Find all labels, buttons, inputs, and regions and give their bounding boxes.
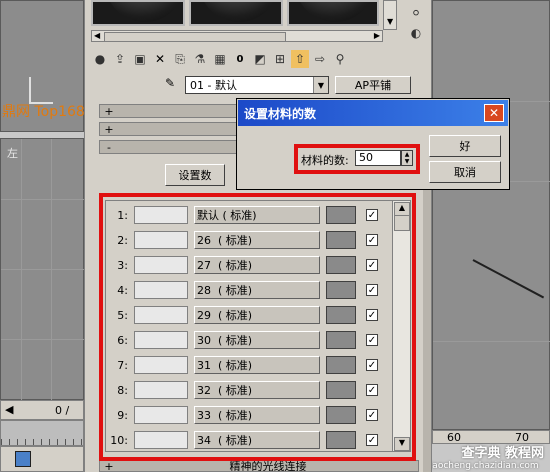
slot-hscrollbar[interactable]: ◀ ▶ bbox=[91, 30, 383, 42]
timeline-left-arrow[interactable]: ◀ bbox=[5, 403, 13, 416]
material-name-dropdown[interactable]: 01 - 默认 ▼ bbox=[185, 76, 329, 94]
slot-scrollbar[interactable]: ▼ bbox=[383, 0, 397, 30]
sample-slot-2[interactable] bbox=[189, 0, 283, 26]
sample-type-icon[interactable]: ⚪ bbox=[407, 4, 425, 22]
viewport-right[interactable] bbox=[432, 0, 550, 430]
material-sphere bbox=[199, 2, 279, 22]
status-bar bbox=[0, 446, 84, 472]
track-bar[interactable] bbox=[0, 420, 85, 446]
material-type-button[interactable]: AP平铺 bbox=[335, 76, 411, 94]
rollout-title: 精神的光线连接 bbox=[229, 460, 307, 472]
frame-counter: 0 / bbox=[55, 404, 70, 417]
backlight-icon[interactable]: ◐ bbox=[407, 24, 425, 42]
viewport-left[interactable]: 左 bbox=[0, 138, 85, 401]
rollout-sign: + bbox=[104, 104, 114, 118]
rollout-sign: + bbox=[104, 460, 114, 472]
set-number-button[interactable]: 设置数 bbox=[165, 164, 225, 186]
scroll-right-icon: ▶ bbox=[373, 31, 380, 40]
cancel-button[interactable]: 取消 bbox=[429, 161, 501, 183]
list-highlight bbox=[99, 193, 416, 461]
scroll-thumb[interactable] bbox=[104, 32, 286, 42]
material-sphere bbox=[105, 2, 183, 22]
grid-line bbox=[1, 199, 85, 200]
grid-line bbox=[1, 269, 85, 270]
viewport-label: 左 bbox=[7, 147, 18, 160]
pick-material-icon[interactable]: ⚲ bbox=[331, 50, 349, 68]
scroll-left-icon: ◀ bbox=[94, 31, 101, 40]
grid-line bbox=[1, 339, 85, 340]
timeline-bar[interactable]: ◀ 0 / bbox=[0, 400, 84, 420]
material-toolbar: ● ⇪ ▣ ✕ ⎘ ⚗ ▦ 0 ◩ ⊞ ⇧ ⇨ ⚲ bbox=[91, 50, 427, 70]
close-icon[interactable]: ✕ bbox=[484, 104, 504, 122]
chevron-down-icon[interactable]: ▼ bbox=[313, 77, 328, 93]
dialog-title-bar[interactable]: 设置材料的数 ✕ bbox=[238, 100, 508, 126]
watermark-brand: 查字典 教程网 bbox=[461, 446, 544, 461]
show-map-icon[interactable]: ◩ bbox=[251, 50, 269, 68]
material-effects-icon[interactable]: 0 bbox=[231, 50, 249, 68]
put-to-scene-icon[interactable]: ⇪ bbox=[111, 50, 129, 68]
side-toolbar: ⚪ ◐ bbox=[403, 0, 429, 44]
track-ticks bbox=[1, 439, 85, 445]
show-end-result-icon[interactable]: ⊞ bbox=[271, 50, 289, 68]
material-sphere bbox=[295, 2, 375, 22]
ok-button[interactable]: 好 bbox=[429, 135, 501, 157]
field-highlight bbox=[294, 144, 420, 174]
sample-slot-3[interactable] bbox=[287, 0, 379, 26]
lock-icon[interactable] bbox=[15, 451, 31, 467]
watermark-bottom: 查字典 教程网 jiaocheng.chazidian.com bbox=[416, 442, 550, 472]
grid-line bbox=[21, 139, 22, 401]
axis-gizmo bbox=[29, 77, 31, 103]
eyedropper-icon[interactable]: ✎ bbox=[165, 76, 175, 90]
scene-object-line bbox=[472, 259, 545, 299]
rollout-sign: - bbox=[107, 140, 111, 154]
dialog-title: 设置材料的数 bbox=[244, 106, 317, 121]
make-unique-icon[interactable]: ⚗ bbox=[191, 50, 209, 68]
copy-material-icon[interactable]: ⎘ bbox=[171, 50, 189, 68]
go-forward-icon[interactable]: ⇨ bbox=[311, 50, 329, 68]
put-to-library-icon[interactable]: ▦ bbox=[211, 50, 229, 68]
reset-icon[interactable]: ✕ bbox=[151, 50, 169, 68]
rollout-bottom[interactable]: + 精神的光线连接 bbox=[99, 460, 419, 472]
grid-line bbox=[51, 139, 52, 401]
material-name-value: 01 - 默认 bbox=[190, 79, 237, 92]
scroll-down-icon: ▼ bbox=[387, 17, 394, 26]
watermark-url: jiaocheng.chazidian.com bbox=[427, 461, 539, 471]
get-material-icon[interactable]: ● bbox=[91, 50, 109, 68]
assign-material-icon[interactable]: ▣ bbox=[131, 50, 149, 68]
go-to-parent-icon[interactable]: ⇧ bbox=[291, 50, 309, 68]
grid-line bbox=[433, 341, 550, 342]
rollout-sign: + bbox=[104, 122, 114, 136]
sample-slot-1[interactable] bbox=[91, 0, 185, 26]
